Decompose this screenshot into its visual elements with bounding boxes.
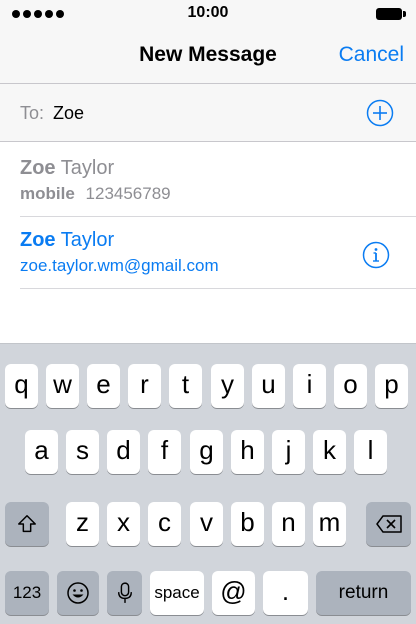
key-p[interactable]: p — [375, 364, 408, 408]
contact-suggestions: Zoe Taylor mobile 123456789 Zoe Taylor z… — [0, 143, 416, 343]
info-icon[interactable] — [362, 241, 390, 269]
key-i[interactable]: i — [293, 364, 326, 408]
status-time: 10:00 — [187, 4, 229, 21]
key-h[interactable]: h — [231, 430, 264, 474]
key-s[interactable]: s — [66, 430, 99, 474]
key-d[interactable]: d — [107, 430, 140, 474]
suggestion-first-name: Zoe — [20, 229, 56, 251]
key-b[interactable]: b — [231, 502, 264, 546]
microphone-icon — [117, 582, 132, 603]
suggestion-email: zoe.taylor.wm@gmail.com — [20, 256, 219, 275]
shift-key[interactable] — [5, 502, 49, 546]
key-u[interactable]: u — [252, 364, 285, 408]
backspace-icon — [375, 515, 402, 533]
suggestion-item-mobile[interactable]: Zoe Taylor mobile 123456789 — [20, 155, 416, 217]
key-n[interactable]: n — [272, 502, 305, 546]
status-bar: 10:00 — [0, 0, 416, 28]
key-z[interactable]: z — [66, 502, 99, 546]
to-label: To: — [20, 103, 45, 123]
key-a[interactable]: a — [25, 430, 58, 474]
suggestion-detail-label: mobile — [20, 184, 75, 203]
key-e[interactable]: e — [87, 364, 120, 408]
emoji-key[interactable] — [57, 571, 99, 615]
numbers-key[interactable]: 123 — [5, 571, 49, 615]
key-c[interactable]: c — [148, 502, 181, 546]
suggestion-last-name: Taylor — [60, 229, 115, 251]
key-f[interactable]: f — [148, 430, 181, 474]
emoji-icon — [67, 582, 89, 604]
period-key[interactable]: . — [263, 571, 308, 615]
cancel-button[interactable]: Cancel — [339, 43, 404, 67]
key-r[interactable]: r — [128, 364, 161, 408]
delete-key[interactable] — [366, 502, 411, 546]
key-y[interactable]: y — [211, 364, 244, 408]
key-q[interactable]: q — [5, 364, 38, 408]
suggestion-item-email[interactable]: Zoe Taylor zoe.taylor.wm@gmail.com — [20, 227, 416, 289]
return-key[interactable]: return — [316, 571, 411, 615]
suggestion-phone-number: 123456789 — [85, 184, 171, 203]
key-t[interactable]: t — [169, 364, 202, 408]
key-x[interactable]: x — [107, 502, 140, 546]
key-o[interactable]: o — [334, 364, 367, 408]
suggestion-first-name: Zoe — [20, 157, 56, 179]
recipient-row: To: — [0, 84, 416, 142]
shift-icon — [18, 515, 36, 533]
recipient-input[interactable] — [53, 100, 333, 126]
space-key[interactable]: space — [150, 571, 204, 615]
dictation-key[interactable] — [107, 571, 142, 615]
key-g[interactable]: g — [190, 430, 223, 474]
navigation-bar: New Message Cancel — [0, 28, 416, 84]
key-v[interactable]: v — [190, 502, 223, 546]
key-w[interactable]: w — [46, 364, 79, 408]
add-contact-icon[interactable] — [366, 99, 394, 127]
key-m[interactable]: m — [313, 502, 346, 546]
key-k[interactable]: k — [313, 430, 346, 474]
at-key[interactable]: @ — [212, 571, 255, 615]
key-l[interactable]: l — [354, 430, 387, 474]
suggestion-last-name: Taylor — [60, 157, 115, 179]
keyboard: q w e r t y u i o p a s d f g h j k l z … — [0, 343, 416, 624]
battery-icon — [376, 8, 406, 20]
key-j[interactable]: j — [272, 430, 305, 474]
